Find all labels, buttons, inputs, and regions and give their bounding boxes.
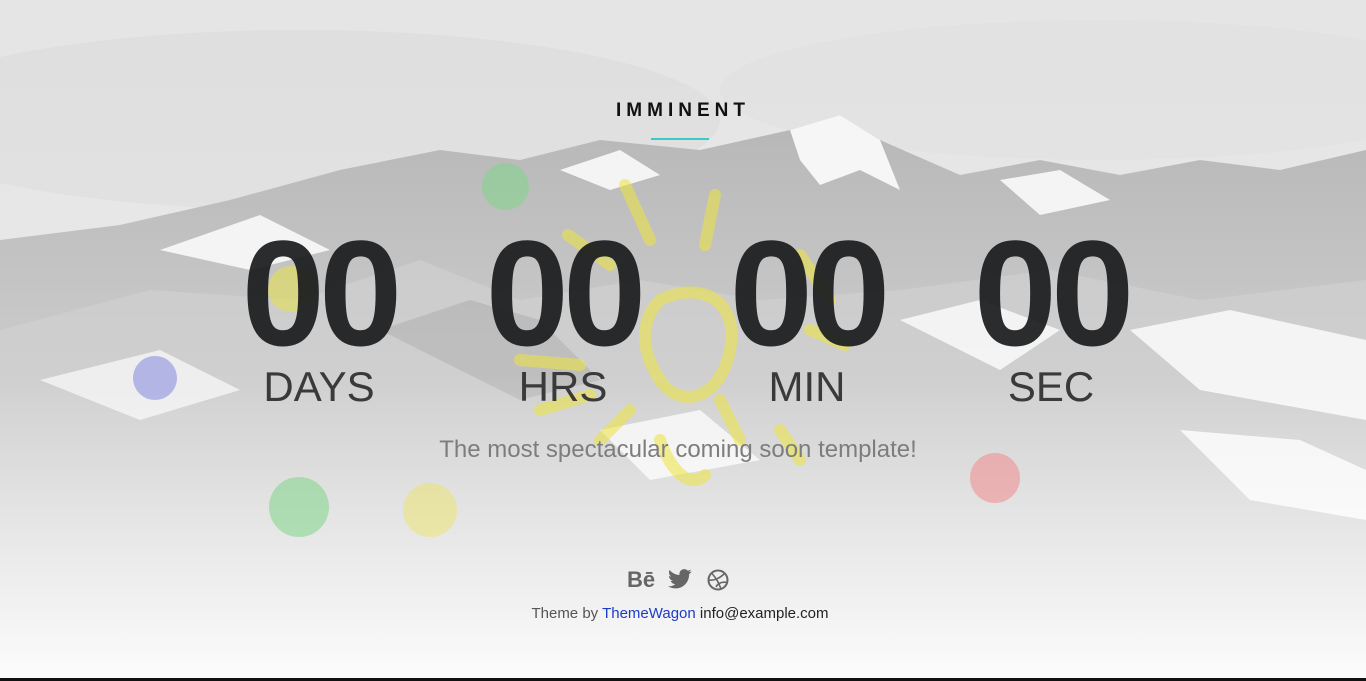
twitter-icon[interactable] xyxy=(668,568,692,596)
title-underline xyxy=(651,138,709,140)
countdown-days: 00 DAYS xyxy=(204,209,434,410)
decorative-bubble xyxy=(482,163,529,210)
contact-email[interactable]: info@example.com xyxy=(700,605,829,622)
behance-icon[interactable]: Bē xyxy=(627,566,655,594)
tagline: The most spectacular coming soon templat… xyxy=(439,436,917,463)
social-links: Bē xyxy=(623,566,743,596)
seconds-value: 00 xyxy=(973,209,1135,377)
days-value: 00 xyxy=(241,209,403,377)
hours-value: 00 xyxy=(485,209,647,377)
minutes-value: 00 xyxy=(729,209,891,377)
countdown-minutes: 00 MIN xyxy=(692,209,922,410)
site-title: IMMINENT xyxy=(616,100,750,121)
footer-prefix: Theme by xyxy=(531,605,599,622)
decorative-bubble xyxy=(403,483,457,537)
coming-soon-page: IMMINENT 00 DAYS 00 HRS 00 MIN 00 SEC Th… xyxy=(0,0,1366,681)
dribbble-icon[interactable] xyxy=(707,569,729,597)
countdown-hours: 00 HRS xyxy=(448,209,678,410)
themewagon-link[interactable]: ThemeWagon xyxy=(602,605,696,622)
countdown-seconds: 00 SEC xyxy=(936,209,1166,410)
decorative-bubble xyxy=(269,477,329,537)
footer: Theme by ThemeWagon info@example.com xyxy=(0,605,1360,622)
countdown-timer: 00 DAYS 00 HRS 00 MIN 00 SEC xyxy=(0,209,1366,418)
